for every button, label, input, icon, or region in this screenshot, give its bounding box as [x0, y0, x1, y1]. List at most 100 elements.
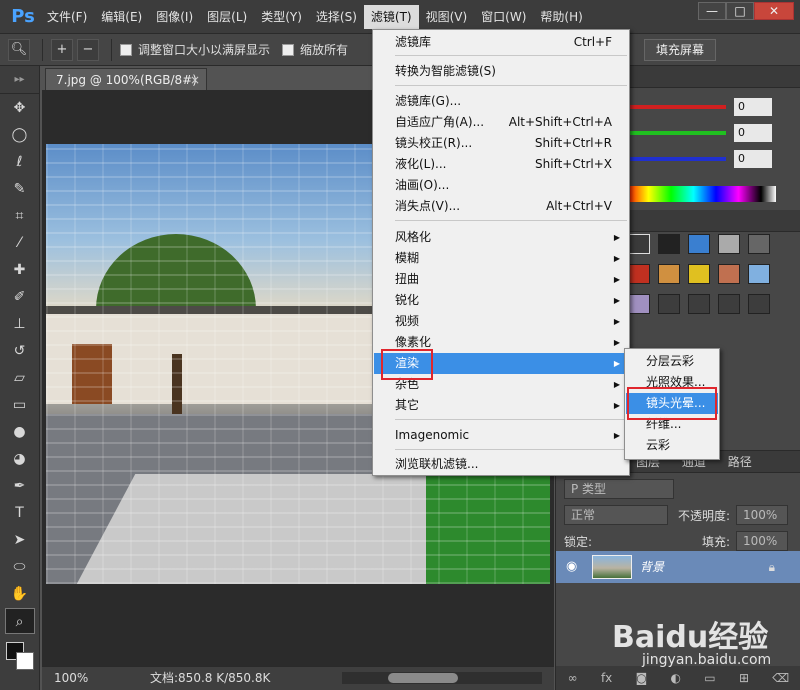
resize-window-checkbox[interactable] — [120, 43, 132, 56]
shape-tool-icon[interactable]: ⬭ — [5, 554, 35, 580]
delete-layer-icon[interactable]: ⌫ — [772, 671, 789, 685]
move-tool-icon[interactable]: ✥ — [5, 95, 35, 121]
style-swatch[interactable] — [718, 264, 740, 284]
fill-screen-button[interactable]: 填充屏幕 — [644, 39, 716, 61]
menu-image[interactable]: 图像(I) — [149, 5, 200, 29]
menu-item-vanishing-point[interactable]: 消失点(V)... Alt+Ctrl+V — [374, 196, 628, 217]
style-swatch[interactable] — [628, 294, 650, 314]
style-swatch[interactable] — [718, 294, 740, 314]
add-mask-icon[interactable]: ◙ — [636, 671, 648, 685]
style-swatch[interactable] — [718, 234, 740, 254]
style-swatch[interactable] — [748, 294, 770, 314]
restore-button[interactable]: □ — [726, 2, 754, 20]
red-value-field[interactable]: 0 — [734, 98, 772, 116]
type-tool-icon[interactable]: T — [5, 500, 35, 526]
blue-value-field[interactable]: 0 — [734, 150, 772, 168]
menu-item-stylize[interactable]: 风格化 ▶ — [374, 227, 628, 248]
marquee-tool-icon[interactable]: ◯ — [5, 122, 35, 148]
menu-item-imagenomic[interactable]: Imagenomic ▶ — [374, 425, 628, 446]
blend-mode-select[interactable]: 正常 — [564, 505, 668, 525]
green-value-field[interactable]: 0 — [734, 124, 772, 142]
style-swatch[interactable] — [688, 264, 710, 284]
menu-type[interactable]: 类型(Y) — [254, 5, 309, 29]
menu-item-filter-gallery[interactable]: 滤镜库(G)... — [374, 91, 628, 112]
style-swatch[interactable] — [658, 294, 680, 314]
style-swatch[interactable] — [658, 264, 680, 284]
style-swatch[interactable] — [628, 264, 650, 284]
healing-brush-tool-icon[interactable]: ✚ — [5, 257, 35, 283]
clone-stamp-tool-icon[interactable]: ⊥ — [5, 311, 35, 337]
style-swatch[interactable] — [688, 234, 710, 254]
new-layer-icon[interactable]: ⊞ — [739, 671, 749, 685]
document-tab[interactable]: 7.jpg @ 100%(RGB/8#) * × — [45, 68, 207, 109]
layer-row-background[interactable]: ◉ 背景 🔒︎ — [556, 551, 800, 583]
zoom-level[interactable]: 100% — [54, 667, 88, 689]
close-button[interactable]: ✕ — [754, 2, 794, 20]
zoom-all-checkbox[interactable] — [282, 43, 295, 56]
history-brush-tool-icon[interactable]: ↺ — [5, 338, 35, 364]
link-layers-icon[interactable]: ∞ — [568, 671, 578, 685]
style-swatch[interactable] — [658, 234, 680, 254]
pen-tool-icon[interactable]: ✒ — [5, 473, 35, 499]
menu-edit[interactable]: 编辑(E) — [94, 5, 149, 29]
menu-item-liquify[interactable]: 液化(L)... Shift+Ctrl+X — [374, 154, 628, 175]
menu-item-distort[interactable]: 扭曲 ▶ — [374, 269, 628, 290]
eyedropper-tool-icon[interactable]: ⁄ — [5, 230, 35, 256]
style-swatch[interactable] — [688, 294, 710, 314]
brush-tool-icon[interactable]: ✐ — [5, 284, 35, 310]
fx-icon[interactable]: fx — [601, 671, 612, 685]
new-group-icon[interactable]: ▭ — [704, 671, 715, 685]
zoom-tool-icon[interactable]: 🔍︎ — [8, 38, 30, 61]
fill-field[interactable]: 100% — [736, 531, 788, 551]
eraser-tool-icon[interactable]: ▱ — [5, 365, 35, 391]
visibility-eye-icon[interactable]: ◉ — [566, 551, 577, 583]
color-spectrum-bar[interactable] — [626, 186, 776, 202]
minimize-button[interactable]: — — [698, 2, 726, 20]
menu-item-sharpen[interactable]: 锐化 ▶ — [374, 290, 628, 311]
tab-paths[interactable]: 路径 — [728, 455, 752, 469]
path-select-tool-icon[interactable]: ➤ — [5, 527, 35, 553]
zoom-in-icon[interactable]: + — [51, 38, 73, 61]
horizontal-scrollbar[interactable] — [342, 672, 542, 684]
style-swatch[interactable] — [628, 234, 650, 254]
adjustment-layer-icon[interactable]: ◐ — [671, 671, 681, 685]
gradient-tool-icon[interactable]: ▭ — [5, 392, 35, 418]
green-slider-track[interactable] — [626, 131, 726, 135]
zoom-out-icon[interactable]: − — [77, 38, 99, 61]
menu-item-other[interactable]: 其它 ▶ — [374, 395, 628, 416]
menu-file[interactable]: 文件(F) — [40, 5, 94, 29]
menu-item-adaptive-wide-angle[interactable]: 自适应广角(A)... Alt+Shift+Ctrl+A — [374, 112, 628, 133]
style-swatch[interactable] — [748, 264, 770, 284]
menu-window[interactable]: 窗口(W) — [474, 5, 533, 29]
menu-item-convert-smart-filter[interactable]: 转换为智能滤镜(S) — [374, 61, 628, 82]
submenu-item-clouds[interactable]: 云彩 — [626, 435, 718, 456]
blur-tool-icon[interactable]: ● — [5, 419, 35, 445]
blue-slider-track[interactable] — [626, 157, 726, 161]
menu-view[interactable]: 视图(V) — [419, 5, 475, 29]
menu-item-filter-gallery-last[interactable]: 滤镜库 Ctrl+F — [374, 32, 628, 53]
menu-item-blur[interactable]: 模糊 ▶ — [374, 248, 628, 269]
menu-help[interactable]: 帮助(H) — [533, 5, 589, 29]
submenu-item-difference-clouds[interactable]: 分层云彩 — [626, 351, 718, 372]
red-slider-track[interactable] — [626, 105, 726, 109]
scrollbar-thumb[interactable] — [388, 673, 458, 683]
menu-select[interactable]: 选择(S) — [309, 5, 364, 29]
layer-kind-filter[interactable]: P 类型 — [564, 479, 674, 499]
menu-item-lens-correction[interactable]: 镜头校正(R)... Shift+Ctrl+R — [374, 133, 628, 154]
menu-filter[interactable]: 滤镜(T) — [363, 4, 419, 29]
panel-grip-icon[interactable]: ▸▸ — [0, 66, 39, 94]
menu-item-video[interactable]: 视频 ▶ — [374, 311, 628, 332]
quick-select-tool-icon[interactable]: ✎ — [5, 176, 35, 202]
zoom-tool-icon[interactable]: ⌕ — [4, 608, 35, 634]
background-color-swatch[interactable] — [15, 652, 34, 670]
lasso-tool-icon[interactable]: ℓ — [5, 149, 35, 175]
opacity-field[interactable]: 100% — [736, 505, 788, 525]
dodge-tool-icon[interactable]: ◕ — [5, 446, 35, 472]
menu-item-browse-filters-online[interactable]: 浏览联机滤镜... — [374, 454, 628, 475]
hand-tool-icon[interactable]: ✋ — [5, 581, 35, 607]
menu-layer[interactable]: 图层(L) — [200, 5, 254, 29]
crop-tool-icon[interactable]: ⌗ — [5, 203, 35, 229]
style-swatch[interactable] — [748, 234, 770, 254]
menu-item-oil-paint[interactable]: 油画(O)... — [374, 175, 628, 196]
close-tab-icon[interactable]: × — [190, 69, 200, 91]
